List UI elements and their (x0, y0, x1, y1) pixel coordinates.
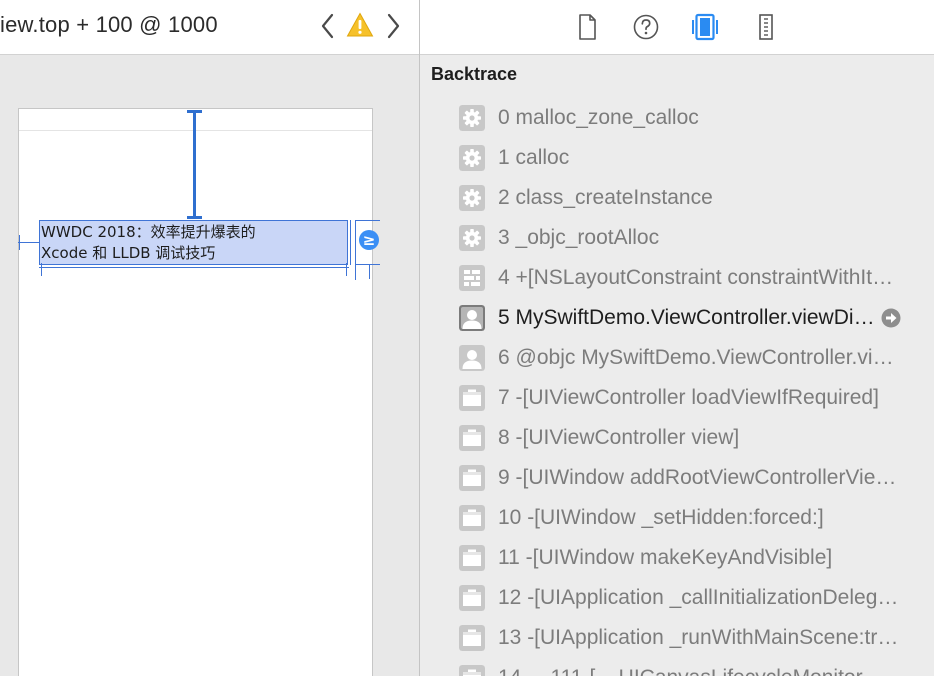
top-constraint-line[interactable] (193, 111, 196, 219)
inspector-pane: Backtrace 0 malloc_zone_calloc 1 calloc (420, 0, 934, 676)
memory-ruler-icon (759, 14, 773, 40)
quick-help-tab[interactable] (631, 12, 661, 42)
backtrace-frame-label: 12 -[UIApplication _callInitializationDe… (498, 586, 904, 609)
backtrace-frame-label: 7 -[UIViewController loadViewIfRequired] (498, 386, 879, 409)
backtrace-frame-label: 2 class_createInstance (498, 186, 713, 209)
framework-icon (459, 265, 485, 291)
backtrace-frame-label: 0 malloc_zone_calloc (498, 106, 699, 129)
chevron-left-icon (321, 13, 334, 39)
uikit-icon (459, 665, 485, 676)
backtrace-frame[interactable]: 3 _objc_rootAlloc (420, 218, 934, 258)
backtrace-frame[interactable]: 12 -[UIApplication _callInitializationDe… (420, 578, 934, 618)
xcode-debug-window: iew.top + 100 @ 1000 WWDC 2018：效率提升爆表的 X… (0, 0, 934, 676)
backtrace-frame[interactable]: 6 @objc MySwiftDemo.ViewController.viewD… (420, 338, 934, 378)
view-controller-scene[interactable]: WWDC 2018：效率提升爆表的 Xcode 和 LLDB 调试技巧 ≥ (18, 108, 380, 676)
trailing-guide-line (350, 220, 351, 265)
user-code-icon (459, 345, 485, 371)
backtrace-frame[interactable]: 0 malloc_zone_calloc (420, 98, 934, 138)
backtrace-frame-label: 5 MySwiftDemo.ViewController.viewDidLoad… (498, 306, 882, 329)
backtrace-frame-label: 13 -[UIApplication _runWithMainScene:tra… (498, 626, 904, 649)
gear-icon (459, 185, 485, 211)
trailing-constraint-line[interactable] (355, 220, 356, 280)
uikit-icon (459, 385, 485, 411)
question-icon (633, 14, 659, 40)
backtrace-frame-label: 6 @objc MySwiftDemo.ViewController.viewD… (498, 346, 904, 369)
user-code-icon (459, 305, 485, 331)
backtrace-frame[interactable]: 9 -[UIWindow addRootViewControllerViewIf… (420, 458, 934, 498)
width-guide-line (39, 267, 349, 268)
trailing-constraint-top (355, 220, 380, 221)
chevron-right-icon (387, 13, 400, 39)
backtrace-frame-label: 8 -[UIViewController view] (498, 426, 740, 449)
uikit-icon (459, 625, 485, 651)
trailing-constraint-bottom (355, 264, 380, 265)
uikit-icon (459, 585, 485, 611)
backtrace-frame-label: 11 -[UIWindow makeKeyAndVisible] (498, 546, 833, 569)
backtrace-list: 0 malloc_zone_calloc 1 calloc 2 class_cr… (420, 98, 934, 676)
label-line-1: WWDC 2018：效率提升爆表的 (41, 223, 256, 241)
uikit-icon (459, 425, 485, 451)
next-issue-button[interactable] (382, 10, 404, 42)
backtrace-frame[interactable]: 8 -[UIViewController view] (420, 418, 934, 458)
backtrace-frame[interactable]: 14 __111-[__UICanvasLifecycleMonitor_Com… (420, 658, 934, 676)
backtrace-frame[interactable]: 4 +[NSLayoutConstraint constraintWithIte… (420, 258, 934, 298)
file-inspector-tab[interactable] (572, 12, 602, 42)
memory-inspector-tab[interactable] (751, 12, 781, 42)
previous-issue-button[interactable] (317, 10, 339, 42)
gear-icon (459, 145, 485, 171)
backtrace-frame[interactable]: 7 -[UIViewController loadViewIfRequired] (420, 378, 934, 418)
backtrace-frame-label: 4 +[NSLayoutConstraint constraintWithIte… (498, 266, 904, 289)
gear-icon (459, 225, 485, 251)
uikit-icon (459, 545, 485, 571)
backtrace-frame-label: 9 -[UIWindow addRootViewControllerViewIf… (498, 466, 904, 489)
greater-than-constraint-badge[interactable]: ≥ (359, 230, 379, 250)
backtrace-frame-label: 10 -[UIWindow _setHidden:forced:] (498, 506, 824, 529)
top-constraint-cap-bottom (187, 216, 202, 219)
backtrace-frame[interactable]: 2 class_createInstance (420, 178, 934, 218)
debug-frames-icon (692, 13, 718, 41)
title-label[interactable]: WWDC 2018：效率提升爆表的 Xcode 和 LLDB 调试技巧 (39, 220, 348, 265)
backtrace-frame[interactable]: 1 calloc (420, 138, 934, 178)
warning-icon[interactable] (346, 12, 374, 38)
gear-icon (459, 105, 485, 131)
backtrace-frame[interactable]: 13 -[UIApplication _runWithMainScene:tra… (420, 618, 934, 658)
label-line-2: Xcode 和 LLDB 调试技巧 (41, 244, 216, 262)
backtrace-frame-label: 14 __111-[__UICanvasLifecycleMonitor_Com… (498, 665, 904, 676)
backtrace-frame[interactable]: 5 MySwiftDemo.ViewController.viewDidLoad… (420, 298, 934, 338)
file-icon (579, 14, 596, 40)
jump-to-source-icon[interactable] (881, 308, 901, 328)
backtrace-frame-label: 1 calloc (498, 146, 570, 169)
canvas-pane: iew.top + 100 @ 1000 WWDC 2018：效率提升爆表的 X… (0, 0, 419, 676)
backtrace-frame[interactable]: 10 -[UIWindow _setHidden:forced:] (420, 498, 934, 538)
leading-constraint-line[interactable] (18, 242, 39, 243)
backtrace-header: Backtrace (431, 64, 518, 84)
trailing-constraint-cap (369, 264, 370, 279)
inspector-tab-bar (420, 0, 934, 55)
uikit-icon (459, 465, 485, 491)
debug-navigator-tab[interactable] (690, 12, 720, 42)
storyboard-canvas: WWDC 2018：效率提升爆表的 Xcode 和 LLDB 调试技巧 ≥ (0, 55, 419, 676)
width-guide-cap-left (41, 263, 42, 276)
uikit-icon (459, 505, 485, 531)
constraint-toolbar: iew.top + 100 @ 1000 (0, 0, 419, 55)
leading-constraint-cap (19, 235, 20, 250)
backtrace-frame[interactable]: 11 -[UIWindow makeKeyAndVisible] (420, 538, 934, 578)
backtrace-frame-label: 3 _objc_rootAlloc (498, 226, 660, 249)
width-guide-cap-right (346, 263, 347, 276)
constraint-title: iew.top + 100 @ 1000 (0, 12, 218, 37)
